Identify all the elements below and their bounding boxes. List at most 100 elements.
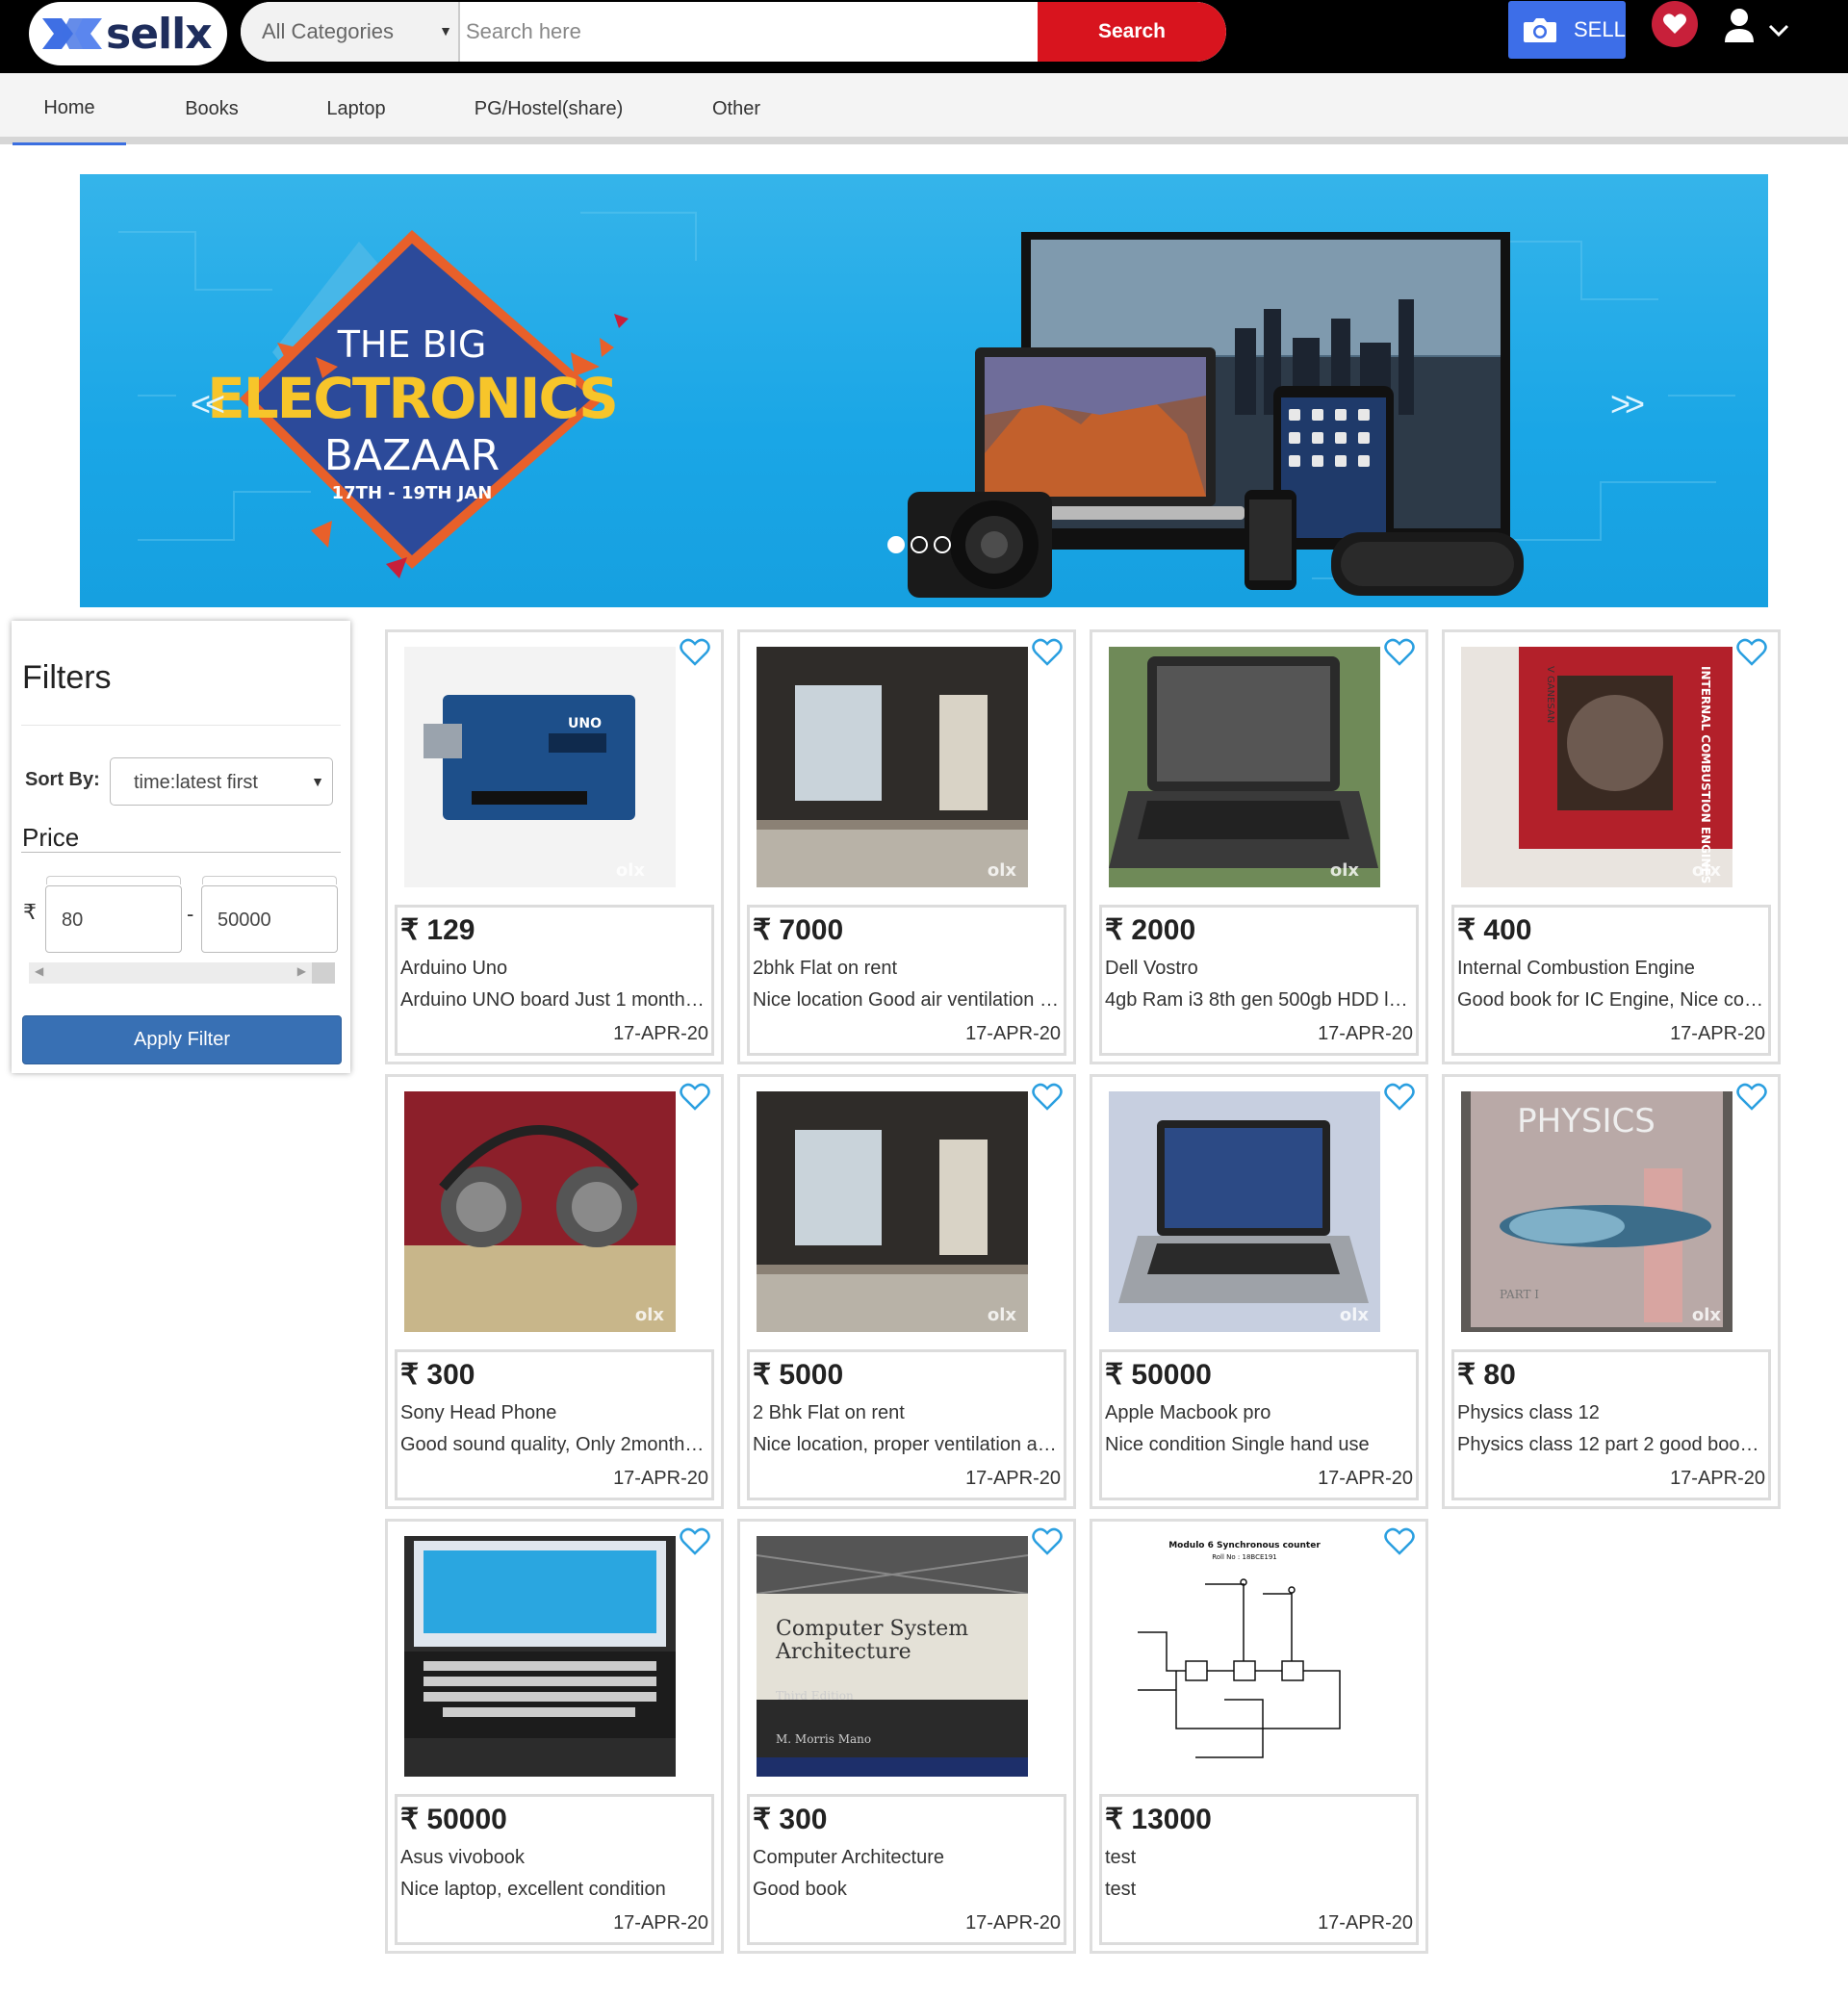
svg-text:Third Edition: Third Edition [776, 1689, 854, 1703]
sort-select[interactable]: time:latest first ▼ [110, 757, 333, 806]
tab-home[interactable]: Home [13, 73, 126, 145]
slide-dot-3[interactable] [934, 536, 951, 553]
product-image[interactable]: olx [1109, 1091, 1380, 1332]
search-input[interactable] [460, 2, 1038, 62]
max-price-input[interactable]: 50000 [201, 876, 338, 953]
product-image[interactable]: INTERNAL COMBUSTION ENGINES V GANESAN ol… [1461, 647, 1732, 887]
product-image[interactable] [404, 1536, 676, 1777]
tab-other[interactable]: Other [688, 73, 784, 144]
product-description: Good book [753, 1879, 847, 1900]
product-description: Physics class 12 part 2 good book for ex… [1457, 1434, 1765, 1455]
filters-panel: Filters Sort By: time:latest first ▼ Pri… [12, 621, 350, 1073]
category-value: All Categories [262, 19, 394, 43]
svg-text:PART I: PART I [1500, 1288, 1539, 1301]
product-card[interactable]: Computer System Architecture Third Editi… [737, 1519, 1076, 1954]
product-date: 17-APR-20 [965, 1912, 1061, 1934]
chevron-down-icon[interactable] [1767, 21, 1790, 38]
slide-dot-1[interactable] [887, 536, 905, 553]
product-image[interactable]: UNO olx [404, 647, 676, 887]
product-image[interactable]: olx [757, 1091, 1028, 1332]
product-date: 17-APR-20 [965, 1468, 1061, 1489]
heart-outline-icon[interactable] [680, 638, 710, 667]
user-icon[interactable] [1723, 8, 1756, 44]
product-title: test [1105, 1847, 1137, 1868]
product-info: ₹ 5000 2 Bhk Flat on rent Nice location,… [747, 1349, 1066, 1500]
price-label: Price [22, 823, 80, 852]
heart-outline-icon[interactable] [680, 1083, 710, 1112]
product-title: Asus vivobook [400, 1847, 525, 1868]
scroll-thumb[interactable] [312, 962, 335, 984]
scroll-right-icon[interactable]: ▶ [297, 964, 306, 978]
slide-dot-2[interactable] [911, 536, 928, 553]
heart-outline-icon[interactable] [1384, 1527, 1415, 1556]
product-image[interactable]: PHYSICS PART I olx [1461, 1091, 1732, 1332]
sell-button[interactable]: SELL [1508, 1, 1626, 59]
search-button[interactable]: Search [1038, 2, 1226, 62]
scroll-left-icon[interactable]: ◀ [35, 964, 43, 978]
site-logo[interactable]: sellx [29, 2, 227, 65]
filters-title: Filters [22, 659, 112, 696]
banner-next-button[interactable]: >> [1610, 384, 1645, 424]
product-info: ₹ 7000 2bhk Flat on rent Nice location G… [747, 905, 1066, 1056]
heart-outline-icon[interactable] [1736, 1083, 1767, 1112]
heart-outline-icon[interactable] [1384, 638, 1415, 667]
wishlist-button[interactable] [1652, 1, 1698, 47]
banner-prev-button[interactable]: << [191, 384, 225, 424]
heart-outline-icon[interactable] [1384, 1083, 1415, 1112]
product-image[interactable]: olx [1109, 647, 1380, 887]
product-date: 17-APR-20 [1318, 1023, 1413, 1044]
product-info: ₹ 80 Physics class 12 Physics class 12 p… [1451, 1349, 1771, 1500]
svg-text:olx: olx [988, 1305, 1017, 1325]
product-title: Dell Vostro [1105, 958, 1198, 979]
product-card[interactable]: PHYSICS PART I olx ₹ 80 Physics class 12… [1442, 1074, 1781, 1509]
rupee-symbol: ₹ [23, 900, 37, 924]
category-select[interactable]: All Categories ▼ [241, 2, 460, 62]
svg-text:olx: olx [1330, 860, 1360, 881]
product-title: 2 Bhk Flat on rent [753, 1402, 905, 1423]
min-price-input[interactable]: 80 [45, 876, 182, 953]
product-title: Apple Macbook pro [1105, 1402, 1271, 1423]
product-card[interactable]: INTERNAL COMBUSTION ENGINES V GANESAN ol… [1442, 629, 1781, 1064]
logo-mark-icon [42, 18, 102, 49]
tab-pg-hostel[interactable]: PG/Hostel(share) [452, 73, 645, 144]
product-image[interactable]: Modulo 6 Synchronous counter Roll No : 1… [1109, 1536, 1380, 1777]
product-title: 2bhk Flat on rent [753, 958, 898, 979]
product-title: Internal Combustion Engine [1457, 958, 1695, 979]
heart-icon [1663, 13, 1686, 34]
product-info: ₹ 300 Computer Architecture Good book 17… [747, 1794, 1066, 1945]
product-title: Computer Architecture [753, 1847, 944, 1868]
horizontal-scrollbar[interactable]: ◀ ▶ [29, 962, 335, 984]
product-card[interactable]: olx ₹ 2000 Dell Vostro 4gb Ram i3 8th ge… [1090, 629, 1428, 1064]
product-image[interactable]: olx [404, 1091, 676, 1332]
apply-filter-button[interactable]: Apply Filter [22, 1015, 342, 1064]
product-card[interactable]: olx ₹ 300 Sony Head Phone Good sound qua… [385, 1074, 724, 1509]
svg-text:M. Morris Mano: M. Morris Mano [776, 1732, 871, 1746]
product-image[interactable]: olx [757, 647, 1028, 887]
product-date: 17-APR-20 [613, 1023, 708, 1044]
heart-outline-icon[interactable] [1032, 638, 1063, 667]
heart-outline-icon[interactable] [680, 1527, 710, 1556]
product-title: Sony Head Phone [400, 1402, 557, 1423]
heart-outline-icon[interactable] [1032, 1083, 1063, 1112]
product-card[interactable]: ₹ 50000 Asus vivobook Nice laptop, excel… [385, 1519, 724, 1954]
svg-text:Computer System: Computer System [776, 1617, 968, 1641]
product-card[interactable]: UNO olx ₹ 129 Arduino Uno Arduino UNO bo… [385, 629, 724, 1064]
tab-laptop[interactable]: Laptop [308, 73, 404, 144]
product-card[interactable]: olx ₹ 5000 2 Bhk Flat on rent Nice locat… [737, 1074, 1076, 1509]
product-info: ₹ 300 Sony Head Phone Good sound quality… [395, 1349, 714, 1500]
product-info: ₹ 129 Arduino Uno Arduino UNO board Just… [395, 905, 714, 1056]
tab-books[interactable]: Books [164, 73, 260, 144]
caret-down-icon: ▼ [311, 774, 324, 789]
product-description: 4gb Ram i3 8th gen 500gb HDD laptop [1105, 989, 1413, 1011]
svg-text:olx: olx [988, 860, 1017, 881]
product-card[interactable]: Modulo 6 Synchronous counter Roll No : 1… [1090, 1519, 1428, 1954]
divider [21, 852, 341, 853]
product-image[interactable]: Computer System Architecture Third Editi… [757, 1536, 1028, 1777]
product-description: Nice location, proper ventilation and li… [753, 1434, 1061, 1455]
product-card[interactable]: olx ₹ 7000 2bhk Flat on rent Nice locati… [737, 629, 1076, 1064]
banner-line4: 17TH - 19TH JAN [332, 483, 493, 503]
product-description: Nice location Good air ventilation and l… [753, 989, 1061, 1011]
heart-outline-icon[interactable] [1736, 638, 1767, 667]
product-card[interactable]: olx ₹ 50000 Apple Macbook pro Nice condi… [1090, 1074, 1428, 1509]
heart-outline-icon[interactable] [1032, 1527, 1063, 1556]
